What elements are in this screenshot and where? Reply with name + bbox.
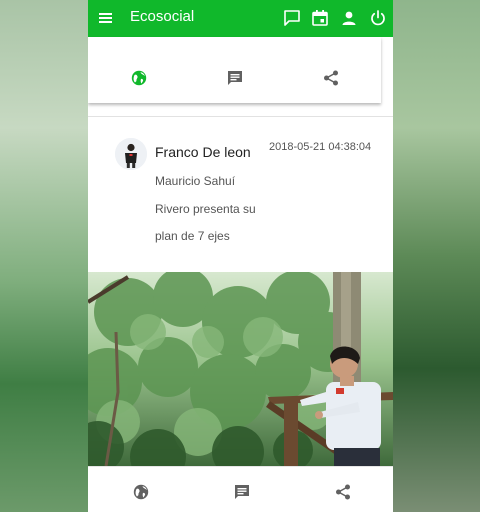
author-name[interactable]: Franco De leon bbox=[155, 144, 251, 160]
calendar-icon[interactable] bbox=[310, 8, 330, 28]
globe-icon[interactable] bbox=[130, 69, 148, 87]
globe-icon[interactable] bbox=[132, 483, 150, 501]
previous-post-actions bbox=[88, 37, 381, 103]
comment-icon[interactable] bbox=[233, 483, 251, 501]
comment-icon[interactable] bbox=[226, 69, 244, 87]
avatar[interactable] bbox=[115, 138, 147, 170]
post-text-line: Rivero presenta su bbox=[155, 202, 256, 216]
post-text-line: Mauricio Sahuí bbox=[155, 174, 236, 188]
app-title: Ecosocial bbox=[130, 8, 195, 25]
person-icon[interactable] bbox=[339, 8, 359, 28]
app-screen: Ecosocial Franco De leon 2018-05-21 04:3… bbox=[88, 0, 393, 512]
power-icon[interactable] bbox=[368, 8, 388, 28]
share-icon[interactable] bbox=[334, 483, 352, 501]
post-timestamp: 2018-05-21 04:38:04 bbox=[269, 141, 372, 153]
post-actions bbox=[88, 466, 393, 512]
app-bar: Ecosocial bbox=[88, 0, 393, 37]
background-right bbox=[392, 0, 480, 512]
post-photo[interactable] bbox=[88, 272, 393, 466]
post-divider bbox=[88, 116, 393, 117]
menu-icon[interactable] bbox=[97, 9, 115, 27]
background-left bbox=[0, 0, 88, 512]
share-icon[interactable] bbox=[322, 69, 340, 87]
chat-icon[interactable] bbox=[282, 8, 302, 28]
post-text-line: plan de 7 ejes bbox=[155, 229, 230, 243]
